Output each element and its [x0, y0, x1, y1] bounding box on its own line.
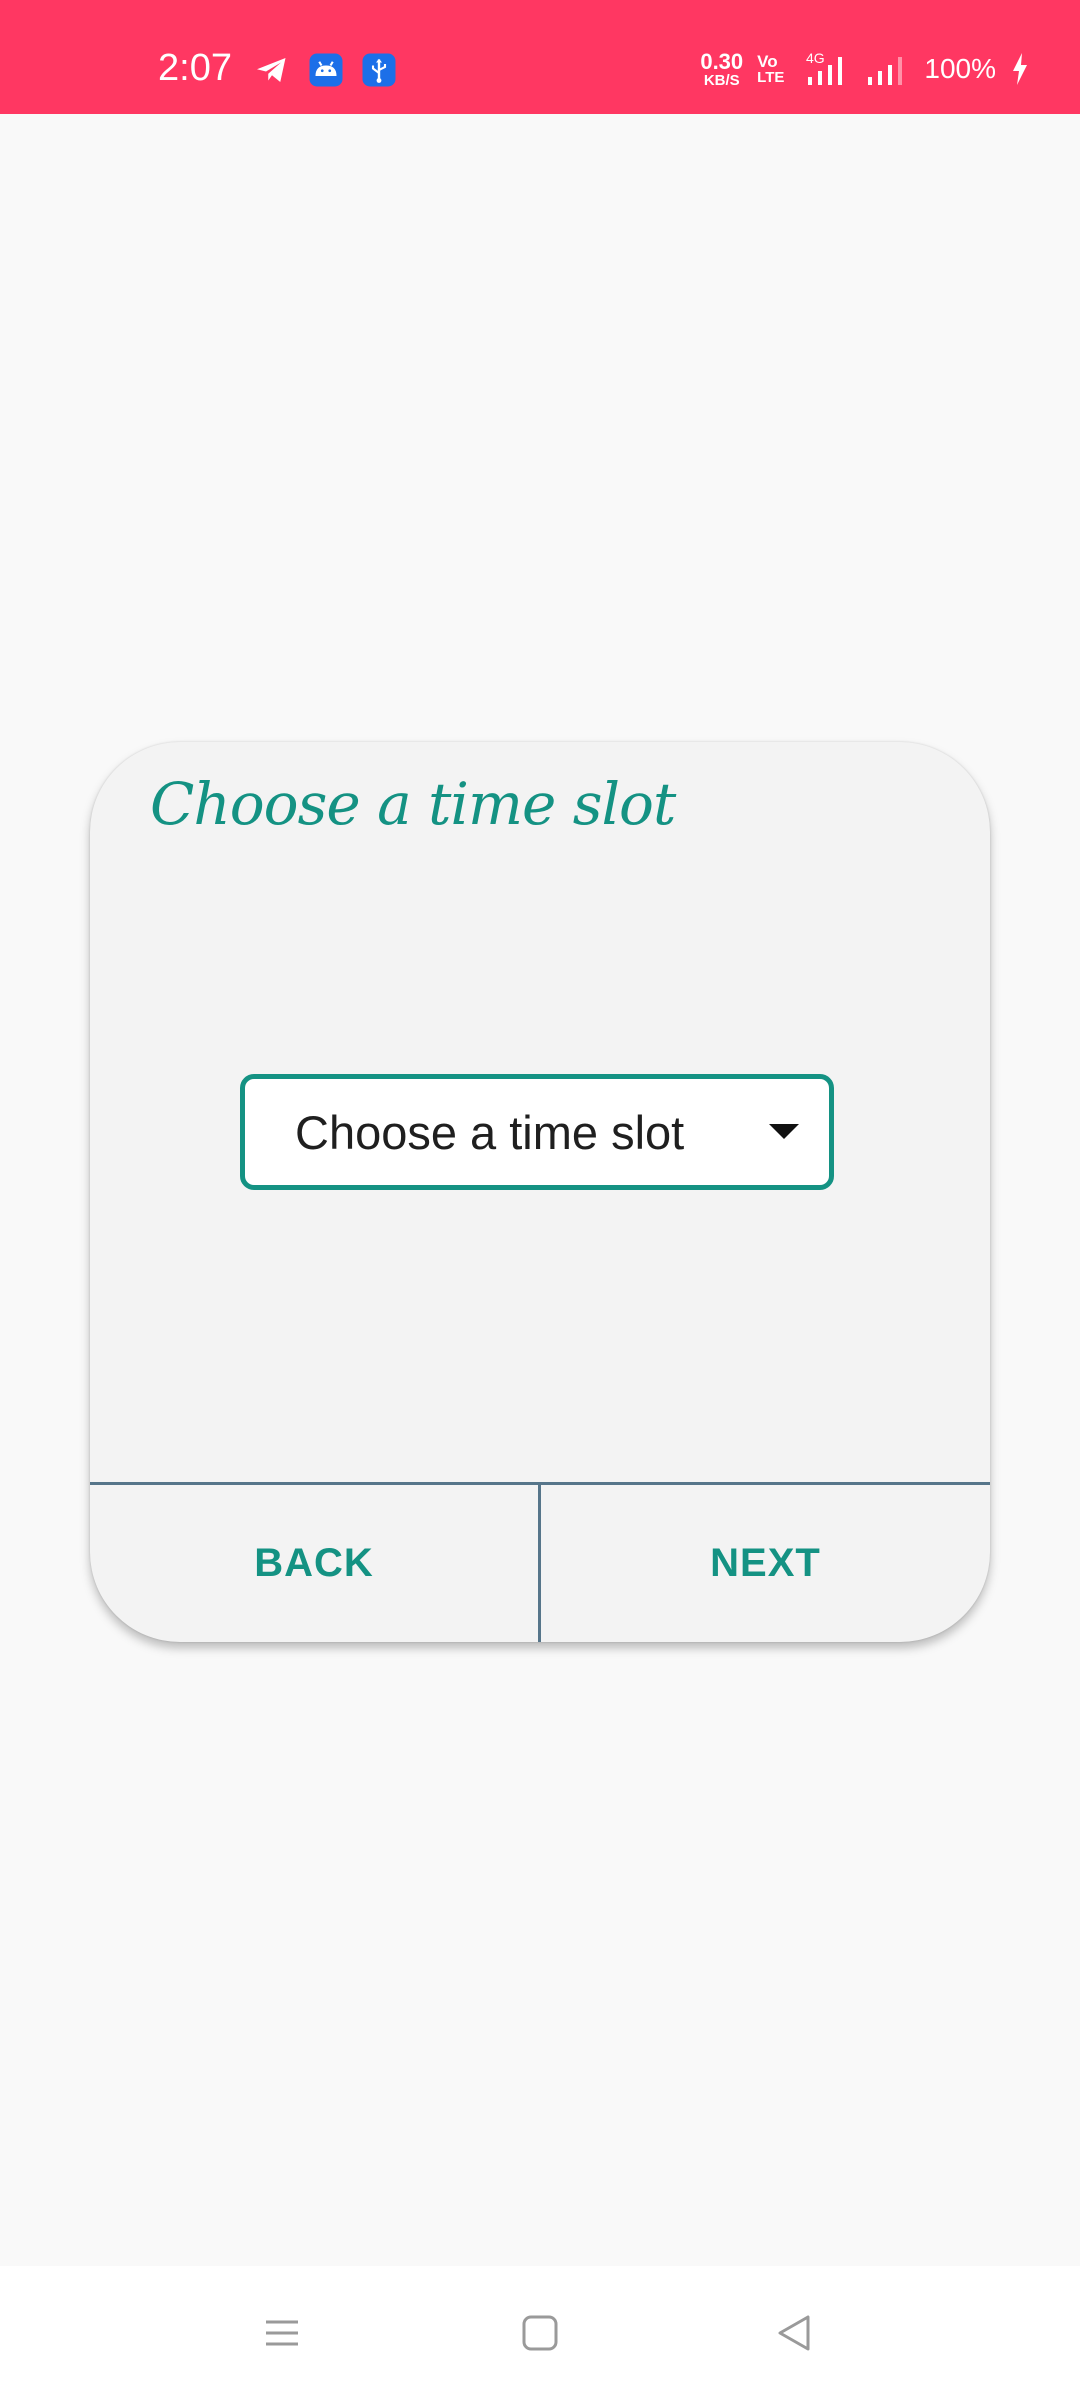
dropdown-selected-value: Choose a time slot — [295, 1105, 685, 1159]
network-type: 4G — [806, 51, 825, 66]
nav-back-button[interactable] — [735, 2266, 855, 2400]
dialog-title: Choose a time slot — [150, 770, 676, 838]
chevron-down-icon — [769, 1124, 799, 1139]
net-speed-unit: KB/S — [703, 71, 740, 89]
menu-icon — [266, 2320, 298, 2346]
status-right-group: 0.30 KB/S Vo LTE 4G 100% — [700, 46, 1030, 92]
status-time: 2:07 — [158, 47, 232, 89]
next-button[interactable]: NEXT — [541, 1485, 990, 1642]
volte-bottom: LTE — [757, 69, 785, 86]
back-icon — [778, 2315, 810, 2351]
time-slot-dialog: Choose a time slot Choose a time slot BA… — [90, 742, 990, 1642]
nav-menu-button[interactable] — [222, 2266, 342, 2400]
volte-indicator: Vo LTE — [757, 53, 784, 85]
navigation-bar — [0, 2266, 1080, 2400]
time-slot-dropdown[interactable]: Choose a time slot — [240, 1074, 834, 1190]
volte-top: Vo — [757, 52, 778, 71]
android-icon — [309, 53, 343, 87]
signal-icon — [868, 57, 903, 85]
telegram-icon — [257, 58, 286, 82]
net-speed-value: 0.30 — [700, 48, 744, 74]
status-bar: 2:07 0.30 KB/S Vo LTE 4G 100% — [0, 0, 1080, 114]
battery-percentage: 100% — [924, 53, 996, 84]
signal-icon: 4G — [806, 51, 843, 85]
back-button[interactable]: BACK — [90, 1485, 538, 1642]
usb-icon — [362, 53, 396, 87]
net-speed: 0.30 KB/S — [700, 48, 744, 89]
home-icon — [522, 2315, 558, 2351]
nav-home-button[interactable] — [480, 2266, 600, 2400]
battery-charging-icon — [1013, 53, 1027, 85]
